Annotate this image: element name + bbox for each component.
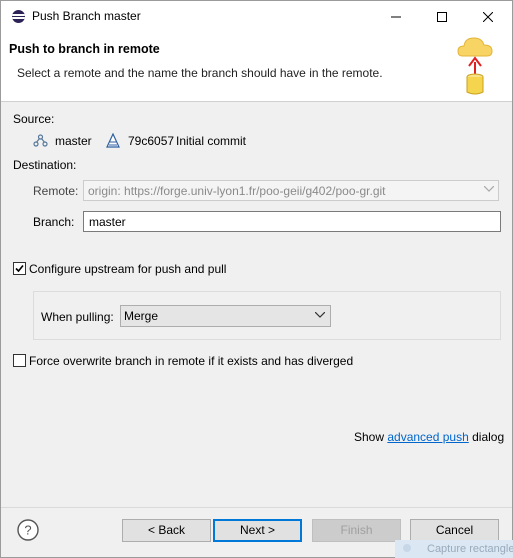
eclipse-icon	[12, 10, 25, 23]
title-bar: Push Branch master	[1, 1, 512, 32]
branch-icon	[33, 134, 48, 147]
finish-button: Finish	[312, 519, 401, 542]
advanced-push-text: Show advanced push dialog	[354, 430, 504, 444]
capture-icon	[403, 544, 411, 552]
chevron-down-icon	[484, 186, 494, 192]
banner-description: Select a remote and the name the branch …	[17, 66, 383, 80]
force-overwrite-checkbox[interactable]	[13, 354, 26, 367]
header-banner: Push to branch in remote Select a remote…	[1, 32, 512, 102]
push-cloud-icon	[457, 37, 493, 95]
push-branch-dialog: Push Branch master Push to branch in rem…	[0, 0, 513, 558]
maximize-button[interactable]	[419, 1, 465, 32]
remote-select: origin: https://forge.univ-lyon1.fr/poo-…	[83, 180, 499, 201]
commit-icon	[106, 133, 120, 148]
branch-name-input[interactable]	[83, 211, 501, 232]
commit-message: Initial commit	[176, 134, 247, 148]
commit-id: 79c6057	[128, 134, 175, 148]
help-icon[interactable]: ?	[17, 519, 39, 541]
footer-separator	[1, 507, 512, 508]
cancel-button[interactable]: Cancel	[410, 519, 499, 542]
pull-strategy-value: Merge	[124, 309, 159, 323]
remote-value: origin: https://forge.univ-lyon1.fr/poo-…	[88, 184, 386, 198]
when-pulling-label: When pulling:	[41, 310, 114, 324]
close-button[interactable]	[465, 1, 511, 32]
window-title: Push Branch master	[32, 9, 141, 23]
capture-label: Capture rectangle	[427, 543, 513, 555]
pull-strategy-select[interactable]: Merge	[120, 305, 331, 327]
checkmark-icon	[15, 264, 24, 273]
maximize-icon	[437, 11, 447, 22]
capture-rectangle-overlay: Capture rectangle	[395, 540, 513, 558]
upstream-label[interactable]: Configure upstream for push and pull	[29, 262, 226, 276]
remote-label: Remote:	[33, 184, 79, 198]
next-button[interactable]: Next >	[213, 519, 302, 542]
source-label: Source:	[13, 112, 55, 126]
upstream-checkbox[interactable]	[13, 262, 26, 275]
minimize-button[interactable]	[373, 1, 419, 32]
advanced-push-link[interactable]: advanced push	[387, 430, 468, 444]
back-button[interactable]: < Back	[122, 519, 211, 542]
banner-title: Push to branch in remote	[9, 42, 160, 56]
advanced-prefix: Show	[354, 430, 388, 444]
chevron-down-icon	[315, 312, 325, 318]
destination-label: Destination:	[13, 158, 77, 172]
minimize-icon	[391, 16, 401, 17]
force-overwrite-label[interactable]: Force overwrite branch in remote if it e…	[29, 354, 353, 368]
advanced-suffix: dialog	[468, 430, 505, 444]
svg-text:?: ?	[24, 523, 31, 538]
source-branch: master	[55, 134, 92, 148]
close-icon	[483, 11, 493, 22]
branch-label: Branch:	[33, 215, 75, 229]
